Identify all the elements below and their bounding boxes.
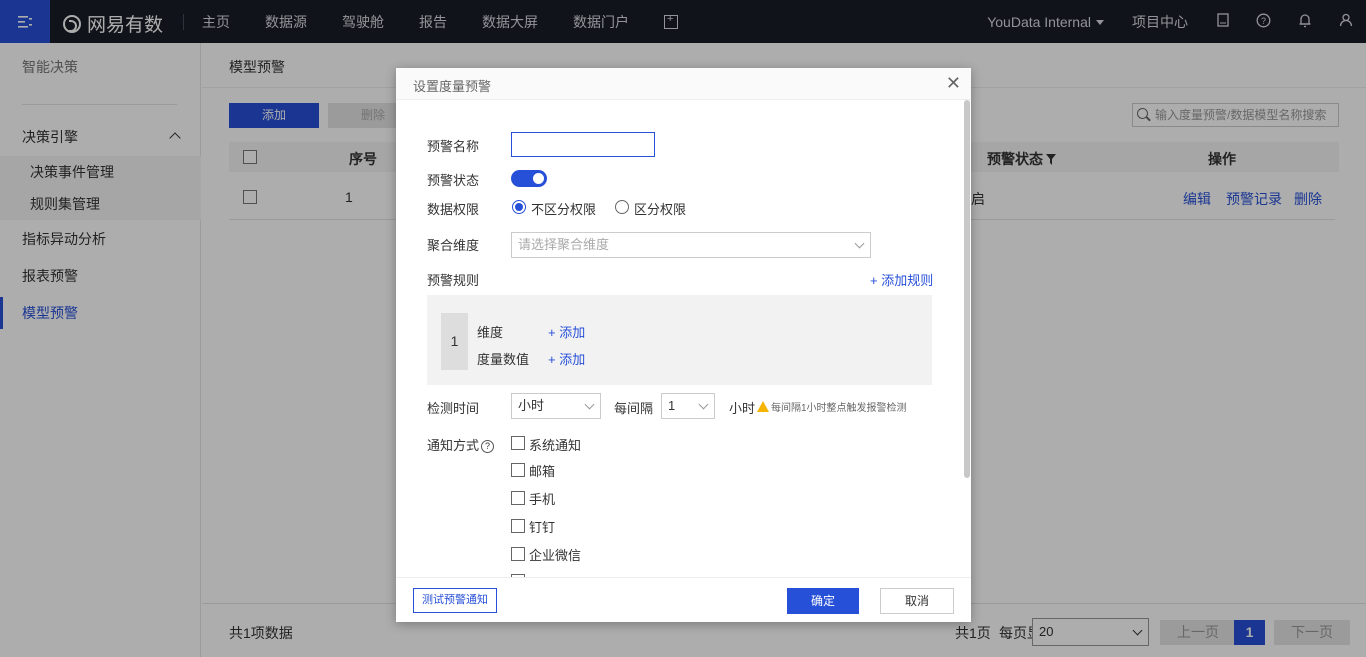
alert-name-input[interactable] — [511, 132, 655, 157]
notify-label: 通知方式? — [427, 435, 495, 454]
aggregation-placeholder: 请选择聚合维度 — [518, 237, 610, 252]
rule-number: 1 — [441, 313, 468, 370]
dialog-header: 设置度量预警 ✕ — [396, 68, 971, 100]
chevron-down-icon — [854, 238, 865, 249]
notify-dingtalk-checkbox[interactable] — [511, 519, 525, 533]
detect-time-label: 检测时间 — [427, 401, 480, 416]
alert-name-label: 预警名称 — [427, 139, 480, 154]
data-permission-label: 数据权限 — [427, 202, 480, 217]
add-rule-link[interactable]: + 添加规则 — [870, 270, 933, 289]
help-icon[interactable]: ? — [481, 440, 495, 453]
detect-unit-select[interactable]: 小时 — [511, 393, 601, 419]
interval-select[interactable]: 1 — [661, 393, 715, 419]
notify-system-label: 系统通知 — [529, 438, 582, 453]
confirm-button[interactable]: 确定 — [787, 588, 859, 614]
add-dimension-link[interactable]: + 添加 — [548, 322, 585, 341]
notify-email-checkbox[interactable] — [511, 463, 525, 477]
add-measure-link[interactable]: + 添加 — [548, 349, 585, 368]
detect-unit-value: 小时 — [518, 398, 545, 413]
notify-phone-label: 手机 — [529, 492, 556, 507]
notify-wecom-label: 企业微信 — [529, 548, 582, 563]
chevron-down-icon — [584, 399, 595, 410]
warning-icon — [757, 401, 769, 412]
interval-value: 1 — [668, 398, 676, 413]
dialog-footer: 测试预警通知 确定 取消 — [396, 577, 971, 622]
alert-status-label: 预警状态 — [427, 173, 480, 188]
rule-measure-label: 度量数值 — [477, 352, 530, 367]
notify-dingtalk-label: 钉钉 — [529, 520, 556, 535]
alert-rules-label: 预警规则 — [427, 273, 480, 288]
permission-radio-none[interactable] — [512, 200, 526, 214]
alert-settings-dialog: 设置度量预警 ✕ 预警名称 预警状态 数据权限 不区分权限 区分权限 聚合维度 … — [396, 68, 971, 622]
permission-option-split: 区分权限 — [634, 202, 687, 217]
permission-radio-split[interactable] — [615, 200, 629, 214]
rule-dimension-label: 维度 — [477, 325, 504, 340]
aggregation-label: 聚合维度 — [427, 238, 480, 253]
interval-hint: 每间隔1小时整点触发报警检测 — [757, 399, 907, 414]
test-notification-button[interactable]: 测试预警通知 — [413, 588, 497, 613]
notify-email-label: 邮箱 — [529, 464, 556, 479]
chevron-down-icon — [698, 399, 709, 410]
notify-phone-checkbox[interactable] — [511, 491, 525, 505]
aggregation-select[interactable]: 请选择聚合维度 — [511, 232, 871, 258]
dialog-title: 设置度量预警 — [413, 79, 492, 94]
interval-label: 每间隔 — [614, 401, 654, 416]
notify-wecom-checkbox[interactable] — [511, 547, 525, 561]
notify-label-text: 通知方式 — [427, 438, 480, 453]
notify-system-checkbox[interactable] — [511, 436, 525, 450]
rule-card: 1 维度 + 添加 度量数值 + 添加 — [427, 295, 932, 385]
cancel-button[interactable]: 取消 — [880, 588, 954, 614]
interval-hint-text: 每间隔1小时整点触发报警检测 — [771, 403, 907, 414]
alert-status-toggle[interactable] — [511, 170, 547, 187]
close-icon[interactable]: ✕ — [946, 73, 961, 94]
permission-option-none: 不区分权限 — [531, 202, 597, 217]
interval-unit: 小时 — [729, 401, 756, 416]
dialog-body: 预警名称 预警状态 数据权限 不区分权限 区分权限 聚合维度 请选择聚合维度 预… — [396, 100, 971, 577]
